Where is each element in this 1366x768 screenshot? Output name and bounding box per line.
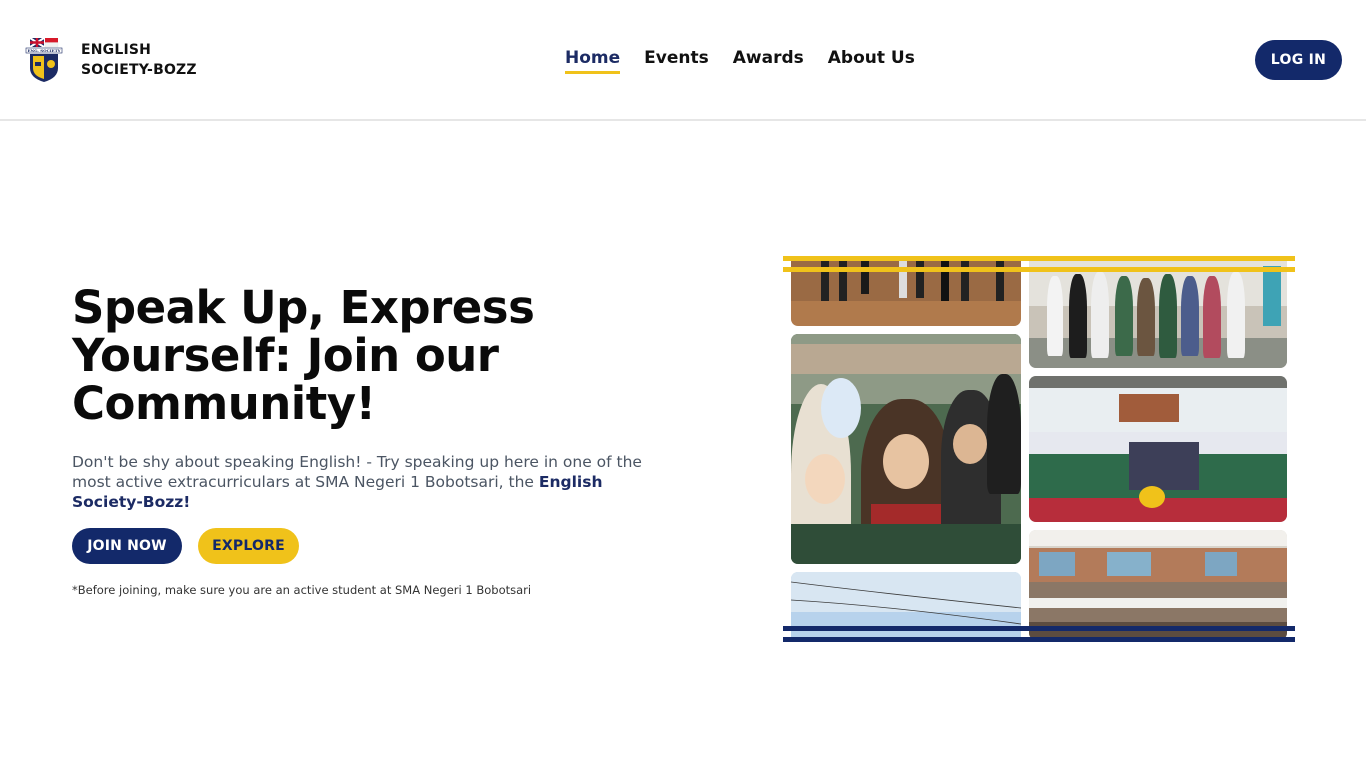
gallery-bottom-stripe-2 — [783, 637, 1295, 642]
logo-text: ENG. SOCIETY — [27, 48, 60, 53]
brand-name: ENGLISH SOCIETY-BOZZ — [81, 42, 197, 78]
photo-sky — [791, 572, 1021, 642]
photo-auditorium — [1029, 530, 1287, 640]
hero-description: Don't be shy about speaking English! - T… — [72, 452, 652, 512]
gallery-bottom-stripe-1 — [783, 626, 1295, 631]
membership-note: *Before joining, make sure you are an ac… — [72, 583, 532, 597]
nav-events[interactable]: Events — [644, 48, 709, 74]
login-button[interactable]: LOG IN — [1255, 40, 1342, 80]
hero-title: Speak Up, Express Yourself: Join our Com… — [72, 281, 535, 430]
eng-society-badge-icon: ENG. SOCIETY — [24, 36, 64, 84]
join-now-button[interactable]: JOIN NOW — [72, 528, 182, 564]
brand[interactable]: ENG. SOCIETY ENGLISH SOCIETY-BOZZ — [24, 36, 221, 84]
nav-about-us[interactable]: About Us — [828, 48, 915, 74]
photo-group-stage — [1029, 376, 1287, 522]
nav-home[interactable]: Home — [565, 48, 621, 74]
photo-award-ceremony — [1029, 256, 1287, 368]
main-nav: Home Events Awards About Us — [565, 48, 915, 74]
explore-button[interactable]: EXPLORE — [198, 528, 299, 564]
gallery-top-stripe-2 — [783, 267, 1295, 272]
photo-gallery — [783, 256, 1295, 642]
nav-awards[interactable]: Awards — [733, 48, 804, 74]
gallery-top-stripe-1 — [783, 256, 1295, 261]
site-header: ENG. SOCIETY ENGLISH SOCIETY-BOZZ Home E… — [0, 0, 1366, 121]
photo-students-selfie — [791, 334, 1021, 564]
